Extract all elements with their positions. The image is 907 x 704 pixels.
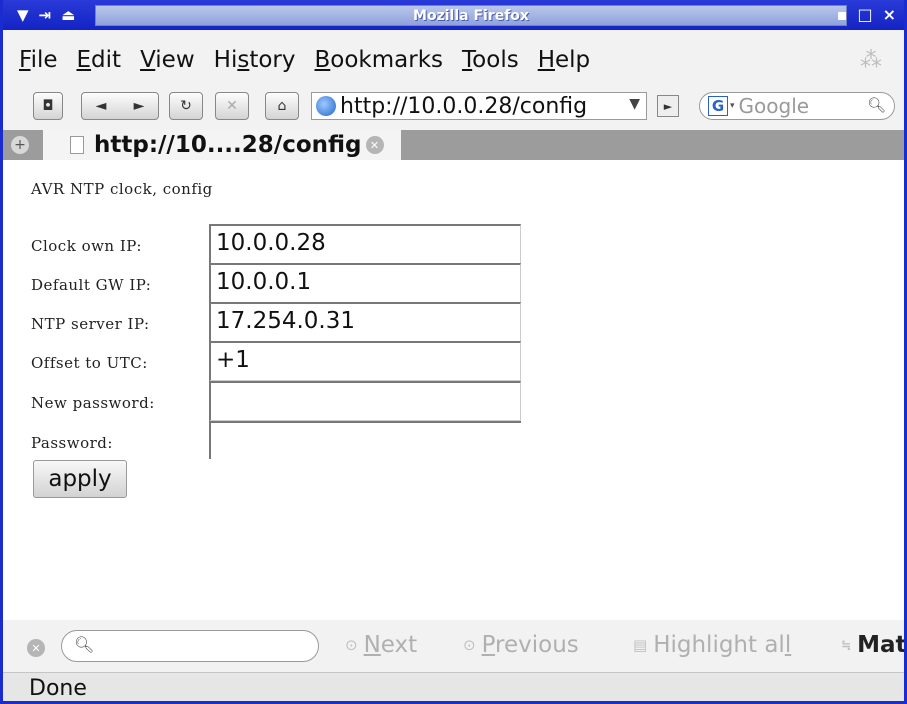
url-dropdown-icon[interactable]: ▼ (629, 96, 640, 112)
menu-bar: File Edit View History Bookmarks Tools H… (3, 42, 904, 78)
window-controls: ▪ □ × (837, 5, 896, 24)
utc-offset-label: Offset to UTC: (31, 354, 148, 372)
menu-file[interactable]: File (19, 47, 58, 73)
next-arrow-icon: ⊙ (345, 636, 358, 654)
status-text: Done (29, 676, 87, 701)
new-password-input[interactable] (209, 381, 521, 421)
eject-icon[interactable]: ⏏ (61, 6, 75, 24)
engine-dropdown-icon[interactable]: ▾ (730, 101, 735, 111)
search-icon[interactable]: 🔍︎ (867, 96, 886, 114)
window-title: Mozilla Firefox (413, 7, 529, 24)
previous-arrow-icon: ⊙ (463, 636, 476, 654)
ntp-server-input[interactable]: 17.254.0.31 (209, 302, 521, 342)
match-case-button[interactable]: ≒ Mat (841, 632, 907, 658)
new-tab-icon[interactable]: + (11, 136, 29, 154)
apply-button[interactable]: apply (33, 460, 127, 498)
password-input[interactable] (209, 421, 521, 459)
back-forward-group: ◄ ► (81, 92, 159, 120)
highlight-icon: ▤ (633, 636, 648, 654)
search-input[interactable]: Google (739, 94, 810, 118)
find-search-icon: 🔍︎ (74, 635, 95, 654)
field-row-password: Password: (31, 421, 531, 459)
menu-history[interactable]: History (214, 47, 296, 73)
google-g-icon[interactable]: G (708, 96, 728, 116)
reload-button[interactable]: ↻ (169, 92, 203, 120)
status-bar: Done (3, 672, 904, 701)
tab-config[interactable]: http://10....28/config ✕ (43, 130, 401, 160)
go-icon: ► (663, 99, 673, 113)
find-previous-button[interactable]: ⊙ Previous (463, 632, 579, 658)
clock-ip-label: Clock own IP: (31, 237, 142, 255)
utc-offset-input[interactable]: +1 (209, 341, 521, 381)
highlight-all-label: Highlight all (653, 632, 792, 658)
window-list-button[interactable]: ◘ (33, 92, 63, 120)
find-next-button[interactable]: ⊙ Next (345, 632, 417, 658)
menu-tools[interactable]: Tools (462, 47, 519, 73)
field-row-ntp-server: NTP server IP: 17.254.0.31 (31, 302, 531, 342)
tab-label: http://10....28/config (94, 132, 362, 158)
ntp-server-label: NTP server IP: (31, 315, 150, 333)
match-case-icon: ≒ (841, 638, 852, 652)
field-row-gateway-ip: Default GW IP: 10.0.0.1 (31, 263, 531, 303)
navigation-toolbar: ◘ ◄ ► ↻ ✕ ⌂ http://10.0.0.28/config ▼ ► … (3, 86, 904, 126)
highlight-all-button[interactable]: ▤ Highlight all (633, 632, 791, 658)
gateway-ip-input[interactable]: 10.0.0.1 (209, 263, 521, 303)
reload-icon: ↻ (180, 98, 192, 114)
forward-icon[interactable]: ► (134, 98, 145, 114)
url-text: http://10.0.0.28/config (340, 93, 588, 119)
find-next-label: Next (363, 632, 418, 658)
clock-ip-input[interactable]: 10.0.0.28 (209, 224, 521, 264)
find-input[interactable]: 🔍︎ (61, 630, 319, 662)
page-icon (70, 136, 84, 154)
minimize-icon[interactable]: ▪ (837, 5, 848, 24)
find-previous-label: Previous (481, 632, 579, 658)
window-list-icon: ◘ (42, 98, 54, 114)
menu-view[interactable]: View (140, 47, 195, 73)
maximize-icon[interactable]: □ (857, 5, 872, 24)
tab-strip: + http://10....28/config ✕ (3, 130, 904, 160)
url-bar[interactable]: http://10.0.0.28/config ▼ (311, 92, 647, 120)
field-row-utc-offset: Offset to UTC: +1 (31, 341, 531, 381)
title-bar: ▼ ⇥ ⏏ Mozilla Firefox ▪ □ × (3, 0, 904, 30)
title-area[interactable]: Mozilla Firefox (95, 5, 847, 26)
menu-edit[interactable]: Edit (77, 47, 122, 73)
find-bar: ✕ 🔍︎ ⊙ Next ⊙ Previous ▤ Highlight all ≒… (3, 626, 904, 668)
stop-icon: ✕ (226, 98, 238, 114)
search-bar[interactable]: G ▾ Google 🔍︎ (699, 92, 895, 120)
window-menu-controls: ▼ ⇥ ⏏ (3, 6, 83, 24)
back-icon[interactable]: ◄ (96, 98, 107, 114)
shade-icon[interactable]: ⇥ (39, 6, 52, 24)
menu-help[interactable]: Help (538, 47, 590, 73)
throbber-icon: ⁂ (860, 48, 882, 73)
password-label: Password: (31, 434, 113, 452)
page-heading: AVR NTP clock, config (31, 180, 213, 198)
globe-icon (316, 96, 336, 116)
menu-bookmarks[interactable]: Bookmarks (315, 47, 444, 73)
browser-window: ▼ ⇥ ⏏ Mozilla Firefox ▪ □ × File Edit Vi… (0, 0, 907, 704)
window-menu-icon[interactable]: ▼ (17, 6, 29, 24)
new-password-label: New password: (31, 394, 155, 412)
home-icon: ⌂ (277, 98, 287, 114)
home-button[interactable]: ⌂ (265, 92, 299, 120)
gateway-ip-label: Default GW IP: (31, 276, 152, 294)
field-row-clock-ip: Clock own IP: 10.0.0.28 (31, 224, 531, 264)
go-button[interactable]: ► (657, 95, 679, 117)
field-row-new-password: New password: (31, 381, 531, 421)
find-close-icon[interactable]: ✕ (27, 639, 45, 657)
close-icon[interactable]: × (883, 5, 896, 24)
page-content: AVR NTP clock, config Clock own IP: 10.0… (3, 160, 904, 620)
match-case-label: Mat (857, 632, 907, 658)
stop-button[interactable]: ✕ (215, 92, 249, 120)
tab-close-icon[interactable]: ✕ (365, 136, 384, 154)
